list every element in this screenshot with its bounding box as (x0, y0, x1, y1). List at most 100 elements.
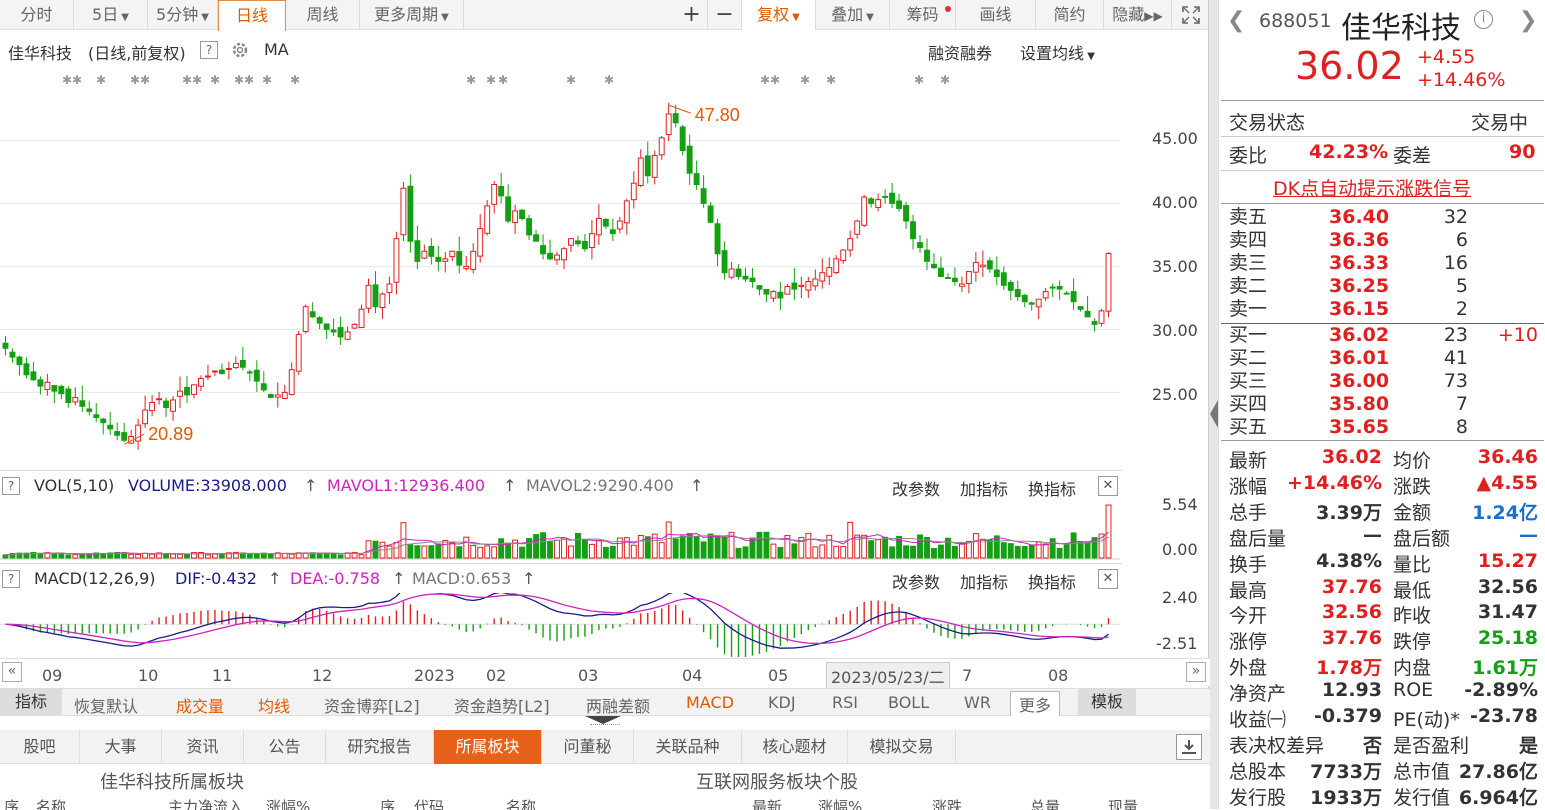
tab-guba[interactable]: 股吧 (0, 730, 80, 764)
bid-row[interactable]: 买二 36.01 41 (1219, 347, 1545, 370)
switch-indicator-link[interactable]: 换指标 (1028, 569, 1076, 593)
ask-row[interactable]: 卖二 36.25 5 (1219, 275, 1545, 298)
margin-trading-link[interactable]: 融资融券 (928, 40, 992, 64)
zoom-out-button[interactable]: − (708, 0, 742, 30)
splitter[interactable] (0, 716, 1210, 730)
col-header[interactable]: 涨幅% (266, 796, 310, 810)
ind-tab-fund-game[interactable]: 资金博弈[L2] (324, 693, 420, 717)
tab-sim-trade[interactable]: 模拟交易 (848, 730, 956, 764)
tab-announcements[interactable]: 公告 (244, 730, 326, 764)
candle-body (798, 284, 805, 288)
draw-button[interactable]: 画线 (956, 0, 1036, 30)
tab-news[interactable]: 资讯 (162, 730, 244, 764)
close-icon[interactable]: ✕ (1098, 569, 1118, 589)
col-header[interactable]: 序 (380, 796, 395, 810)
candlestick-chart[interactable]: 47.80 20.89 (0, 90, 1120, 468)
tab-ask-secretary[interactable]: 问董秘 (542, 730, 634, 764)
info-icon[interactable]: i (1474, 10, 1493, 29)
ind-tab-wr[interactable]: WR (964, 693, 991, 712)
simple-button[interactable]: 简约 (1036, 0, 1104, 30)
candle-body (205, 375, 211, 378)
close-icon[interactable]: ✕ (1098, 476, 1118, 496)
ind-tab-volume[interactable]: 成交量 (176, 693, 224, 717)
stat-value: — (1363, 523, 1382, 546)
ma-label[interactable]: MA (264, 40, 289, 59)
add-indicator-link[interactable]: 加指标 (960, 476, 1008, 500)
volume-chart[interactable] (0, 500, 1120, 560)
bid-row[interactable]: 买五 35.65 8 (1219, 416, 1545, 439)
bid-row[interactable]: 买三 36.00 73 (1219, 370, 1545, 393)
ind-tab-margin-diff[interactable]: 两融差额 (586, 693, 650, 717)
vol-help-button[interactable]: ? (2, 477, 20, 495)
ob-delta: +10 (1497, 324, 1538, 346)
col-header[interactable]: 现量 (1108, 796, 1138, 810)
col-header[interactable]: 主力净流入 (168, 796, 243, 810)
tab-daily[interactable]: 日线 (218, 0, 286, 31)
candle-body (833, 258, 840, 274)
tab-events[interactable]: 大事 (80, 730, 162, 764)
scroll-right-button[interactable]: » (1186, 662, 1206, 682)
tab-core-themes[interactable]: 核心题材 (742, 730, 848, 764)
ob-volume: 2 (1455, 298, 1468, 320)
stock-name: 佳华科技 (1341, 11, 1461, 46)
next-stock-button[interactable]: ❯ (1519, 8, 1537, 33)
col-header[interactable]: 涨幅% (818, 796, 862, 810)
template-button[interactable]: 模板 (1078, 689, 1136, 715)
help-button[interactable]: ? (200, 41, 218, 59)
ask-row[interactable]: 卖四 36.36 6 (1219, 229, 1545, 252)
macd-help-button[interactable]: ? (2, 570, 20, 588)
col-header[interactable]: 序 (4, 796, 19, 810)
tab-related[interactable]: 关联品种 (634, 730, 742, 764)
switch-indicator-link[interactable]: 换指标 (1028, 476, 1076, 500)
ind-tab-kdj[interactable]: KDJ (768, 693, 796, 712)
tab-more-periods[interactable]: 更多周期 ▼ (360, 0, 464, 30)
ask-row[interactable]: 卖三 36.33 16 (1219, 252, 1545, 275)
col-header[interactable]: 名称 (506, 796, 536, 810)
bid-row[interactable]: 买一 36.02 23 +10 (1219, 324, 1545, 347)
tab-5min[interactable]: 5分钟 ▼ (148, 0, 218, 30)
overlay-button[interactable]: 叠加 ▼ (816, 0, 890, 30)
tab-sectors[interactable]: 所属板块 (434, 730, 542, 764)
tab-research[interactable]: 研究报告 (326, 730, 434, 764)
dk-signal-link[interactable]: DK点自动提示涨跌信号 (1273, 174, 1471, 201)
ind-tab-more[interactable]: 更多 (1010, 691, 1061, 717)
fullscreen-button[interactable] (1174, 0, 1208, 30)
set-ma-dropdown[interactable]: 设置均线 ▼ (1020, 40, 1095, 64)
stat-label: 量比 (1393, 553, 1432, 576)
ob-volume: 8 (1455, 416, 1468, 438)
ind-tab-reset[interactable]: 恢复默认 (74, 693, 138, 717)
ind-tab-ma[interactable]: 均线 (258, 693, 290, 717)
ind-tab-rsi[interactable]: RSI (832, 693, 858, 712)
stat-row: 最新 36.02 均价 36.46 (1219, 446, 1545, 472)
volume-bar (805, 532, 812, 559)
adjust-button[interactable]: 复权 ▼ (742, 0, 816, 30)
ind-tab-macd[interactable]: MACD (686, 693, 734, 712)
col-header[interactable]: 最新 (752, 796, 782, 810)
macd-chart[interactable] (0, 593, 1120, 658)
ind-tab-fund-trend[interactable]: 资金趋势[L2] (454, 693, 550, 717)
hide-button[interactable]: 隐藏▶▶ (1104, 0, 1172, 30)
tab-weekly[interactable]: 周线 (286, 0, 360, 30)
bid-row[interactable]: 买四 35.80 7 (1219, 393, 1545, 416)
tab-fenshi[interactable]: 分时 (0, 0, 74, 30)
gear-icon[interactable] (230, 40, 250, 64)
zoom-in-button[interactable]: + (676, 0, 708, 30)
ask-row[interactable]: 卖五 36.40 32 (1219, 206, 1545, 229)
col-header[interactable]: 总量 (1030, 796, 1060, 810)
scroll-left-button[interactable]: « (2, 662, 22, 682)
ind-tab-indicator[interactable]: 指标 (0, 689, 62, 715)
ind-tab-boll[interactable]: BOLL (888, 693, 929, 712)
col-header[interactable]: 代码 (414, 796, 444, 810)
prev-stock-button[interactable]: ❮ (1227, 8, 1245, 33)
download-icon[interactable] (1176, 734, 1202, 760)
stat-label: 是否盈利 (1393, 734, 1470, 757)
add-indicator-link[interactable]: 加指标 (960, 569, 1008, 593)
chips-button[interactable]: 筹码 (890, 0, 956, 30)
change-params-link[interactable]: 改参数 (892, 476, 940, 500)
ask-row[interactable]: 卖一 36.15 2 (1219, 298, 1545, 321)
tab-5day[interactable]: 5日 ▼ (74, 0, 148, 30)
col-header[interactable]: 涨跌 (932, 796, 962, 810)
volume-bar (1049, 538, 1056, 559)
col-header[interactable]: 名称 (36, 796, 66, 810)
change-params-link[interactable]: 改参数 (892, 569, 940, 593)
